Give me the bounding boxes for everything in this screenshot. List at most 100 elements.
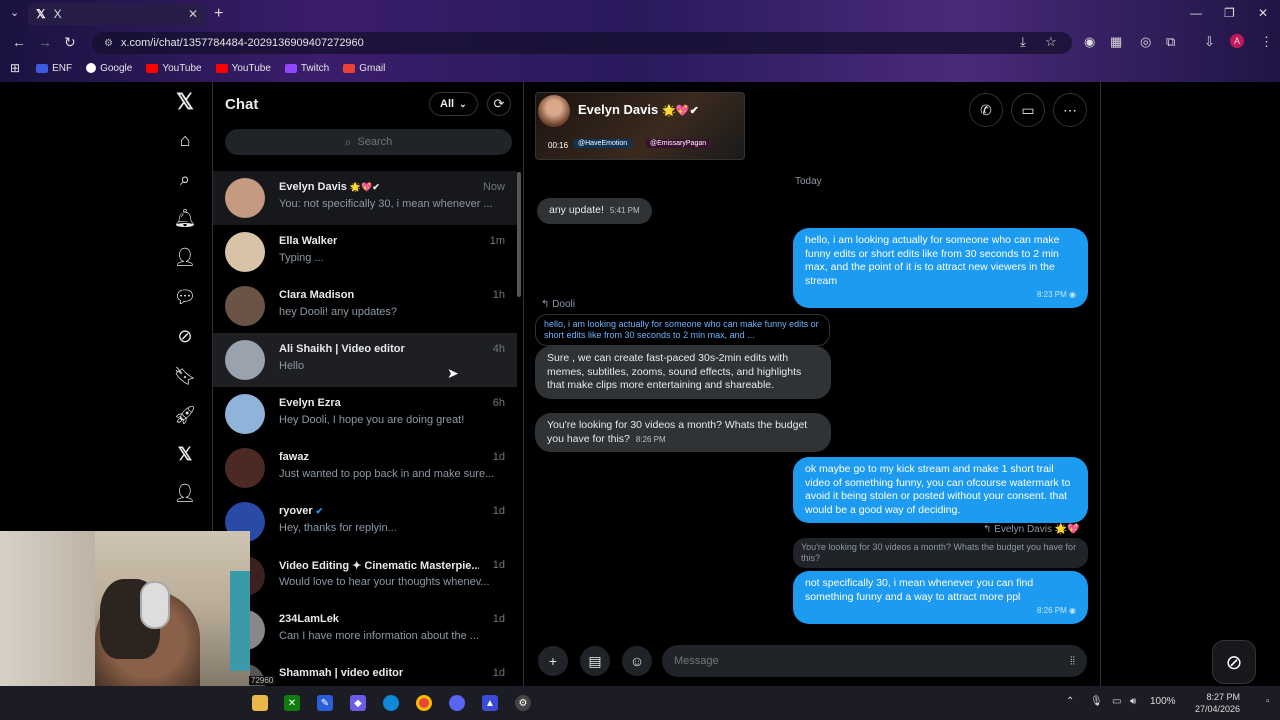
settings-icon[interactable]: ⚙ bbox=[515, 695, 531, 711]
bookmark-gmail[interactable]: Gmail bbox=[343, 63, 385, 74]
chrome-icon[interactable] bbox=[416, 695, 432, 711]
video-call-button[interactable]: ▭ bbox=[1011, 93, 1045, 127]
quoted-message[interactable]: hello, i am looking actually for someone… bbox=[535, 314, 830, 346]
bookmark-youtube-1[interactable]: YouTube bbox=[146, 63, 202, 74]
bookmark-star-icon[interactable]: ☆ bbox=[1045, 34, 1057, 50]
taskbar-clock[interactable]: 8:27 PM 27/04/2026 bbox=[1195, 691, 1240, 715]
follow-icon[interactable]: 👤︎ bbox=[171, 243, 199, 271]
gif-icon: ▤ bbox=[588, 652, 602, 669]
conversation-preview: Typing ... bbox=[279, 252, 324, 264]
x-logo-icon[interactable]: 𝕏 bbox=[171, 88, 199, 116]
more-options-button[interactable]: ⋯ bbox=[1053, 93, 1087, 127]
message-outgoing[interactable]: not specifically 30, i mean whenever you… bbox=[793, 571, 1088, 624]
downloads-icon[interactable]: ⇩ bbox=[1204, 34, 1215, 50]
tab-search-icon[interactable]: ⌄ bbox=[10, 6, 19, 19]
voice-message-icon[interactable]: ⦙⦙ bbox=[1070, 655, 1075, 668]
search-input[interactable]: ⌕ Search bbox=[225, 129, 512, 155]
message-incoming[interactable]: Sure , we can create fast-paced 30s-2min… bbox=[535, 346, 831, 399]
maximize-icon[interactable]: ❐ bbox=[1224, 6, 1235, 20]
message-incoming[interactable]: You're looking for 30 videos a month? Wh… bbox=[535, 413, 831, 452]
message-text: not specifically 30, i mean whenever you… bbox=[805, 577, 1034, 603]
conversation-item[interactable]: 234LamLek 1d Can I have more information… bbox=[213, 603, 517, 657]
conversation-item[interactable]: Ella Walker 1m Typing ... bbox=[213, 225, 517, 279]
bookmark-google[interactable]: Google bbox=[86, 63, 132, 74]
browser-tab[interactable]: 𝕏 X ✕ bbox=[28, 3, 206, 25]
xbox-icon[interactable]: ✕ bbox=[284, 695, 300, 711]
grok-floating-button[interactable]: ⊘ bbox=[1212, 640, 1256, 684]
bookmarks-icon[interactable]: 🔖︎ bbox=[171, 362, 199, 390]
conversation-item[interactable]: ryover ✔ 1d Hey, thanks for replyin... bbox=[213, 495, 517, 549]
message-outgoing[interactable]: ok maybe go to my kick stream and make 1… bbox=[793, 457, 1088, 523]
file-explorer-icon[interactable] bbox=[252, 695, 268, 711]
emoji-button[interactable]: ☺ bbox=[622, 646, 652, 676]
home-icon[interactable]: ⌂ bbox=[171, 126, 199, 154]
conversation-item[interactable]: Evelyn Davis 🌟💖✔ Now You: not specificall… bbox=[213, 171, 517, 225]
url-text: x.com/i/chat/1357784484-2029136909407272… bbox=[120, 37, 364, 49]
conversation-item[interactable]: Video Editing ✦ Cinematic Masterpie... 1… bbox=[213, 549, 517, 603]
contact-avatar bbox=[538, 95, 570, 127]
conversation-item[interactable]: Clara Madison 1h hey Dooli! any updates? bbox=[213, 279, 517, 333]
conversation-preview: Would love to hear your thoughts whenev.… bbox=[279, 576, 490, 588]
message-input[interactable]: Message ⦙⦙ bbox=[662, 645, 1087, 677]
message-incoming[interactable]: any update! 5:41 PM bbox=[537, 198, 652, 224]
bookmark-youtube-2[interactable]: YouTube bbox=[215, 62, 271, 74]
contact-name[interactable]: Evelyn Davis 🌟💖✔ bbox=[578, 102, 699, 117]
discord-icon[interactable] bbox=[449, 695, 465, 711]
back-icon[interactable]: ← bbox=[12, 34, 26, 50]
notifications-icon[interactable]: 🔔︎ bbox=[171, 204, 199, 232]
install-app-icon[interactable]: ⤓ bbox=[1020, 34, 1026, 50]
new-chat-button[interactable]: ⟳ bbox=[487, 92, 511, 116]
filter-dropdown[interactable]: All ⌄ bbox=[429, 92, 478, 116]
conversation-item[interactable]: Evelyn Ezra 6h Hey Dooli, I hope you are… bbox=[213, 387, 517, 441]
app-icon[interactable]: ▲ bbox=[482, 695, 498, 711]
site-info-icon[interactable]: ⚙ bbox=[104, 38, 113, 49]
new-tab-button[interactable]: + bbox=[214, 5, 223, 23]
bookmark-twitch[interactable]: Twitch bbox=[284, 63, 329, 74]
tab-close-icon[interactable]: ✕ bbox=[188, 7, 198, 21]
reload-icon[interactable]: ↻ bbox=[64, 34, 76, 51]
conversation-item[interactable]: Ali Shaikh | Video editor 4h Hello bbox=[213, 333, 517, 387]
window-close-icon[interactable]: ✕ bbox=[1258, 6, 1268, 20]
message-outgoing[interactable]: hello, i am looking actually for someone… bbox=[793, 228, 1088, 308]
extension-2-icon[interactable]: ▦ bbox=[1110, 34, 1122, 50]
network-icon[interactable]: ▭ bbox=[1112, 696, 1121, 707]
search-icon[interactable]: ⌕ bbox=[171, 165, 199, 193]
quoted-message[interactable]: You're looking for 30 videos a month? Wh… bbox=[793, 538, 1088, 568]
bookmark-label: YouTube bbox=[231, 62, 271, 74]
headphones-icon bbox=[140, 581, 170, 629]
bookmark-enf-icon bbox=[36, 63, 49, 73]
gif-button[interactable]: ▤ bbox=[580, 646, 610, 676]
minimize-icon[interactable]: — bbox=[1190, 6, 1202, 20]
profile-avatar-icon[interactable]: A bbox=[1230, 34, 1244, 48]
extensions-icon[interactable]: ⧉ bbox=[1166, 34, 1175, 50]
copilot-icon[interactable]: ◆ bbox=[350, 695, 366, 711]
grok-icon[interactable]: ⊘ bbox=[171, 322, 199, 350]
premium-icon[interactable]: 𝕏 bbox=[171, 440, 199, 468]
conversation-item[interactable]: fawaz 1d Just wanted to pop back in and … bbox=[213, 441, 517, 495]
volume-icon[interactable]: 🔊︎ bbox=[1130, 696, 1136, 707]
apps-grid-icon[interactable]: ⊞ bbox=[10, 61, 20, 75]
scrollbar[interactable] bbox=[517, 172, 521, 297]
battery-level[interactable]: 100% bbox=[1150, 696, 1176, 707]
chat-icon[interactable]: 💬︎ bbox=[171, 283, 199, 311]
address-bar[interactable]: ⚙ x.com/i/chat/1357784484-20291369094072… bbox=[92, 32, 1072, 54]
conversation-name: ryover ✔ bbox=[279, 505, 323, 517]
forward-icon[interactable]: → bbox=[38, 34, 52, 50]
tray-overflow-icon[interactable]: ⌃ bbox=[1066, 696, 1074, 707]
microphone-icon[interactable]: 🎙︎ bbox=[1090, 696, 1103, 707]
browser-menu-icon[interactable]: ⋮ bbox=[1260, 34, 1273, 50]
add-attachment-button[interactable]: + bbox=[538, 646, 568, 676]
notification-icon[interactable]: ▫ bbox=[1266, 696, 1270, 707]
edge-icon[interactable] bbox=[383, 695, 399, 711]
profile-icon[interactable]: 👤︎ bbox=[171, 479, 199, 507]
extension-3-icon[interactable]: ◎ bbox=[1140, 34, 1151, 50]
x-favicon-icon: 𝕏 bbox=[36, 7, 46, 21]
clock-date: 27/04/2026 bbox=[1195, 704, 1241, 714]
bookmark-enf[interactable]: ENF bbox=[36, 63, 72, 74]
rocket-icon[interactable]: 🚀︎ bbox=[171, 401, 199, 429]
editor-icon[interactable]: ✎ bbox=[317, 695, 333, 711]
contact-name-text: Evelyn Davis bbox=[578, 102, 659, 117]
contact-video-preview[interactable]: Evelyn Davis 🌟💖✔ 00:16 @HaveEmotion @Emis… bbox=[535, 92, 745, 160]
extension-1-icon[interactable]: ◉ bbox=[1084, 34, 1095, 50]
voice-call-button[interactable]: ✆ bbox=[969, 93, 1003, 127]
